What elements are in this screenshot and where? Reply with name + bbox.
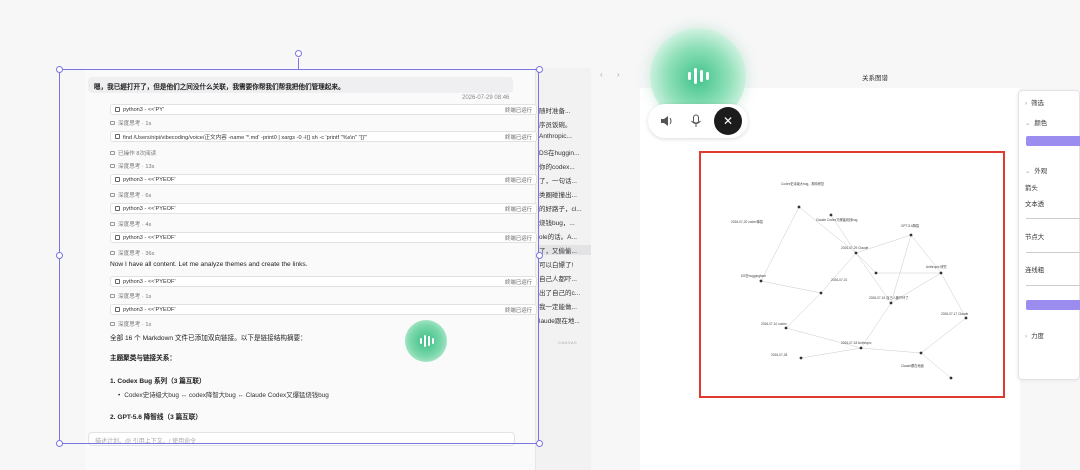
conversation-item[interactable]: ole的话。A...: [539, 231, 591, 241]
conversation-item[interactable]: 序员饭碗。: [539, 119, 591, 129]
graph-settings-panel: 筛选 颜色 外观 箭头 文本透 节点大 连线粗 力度: [1018, 90, 1080, 380]
svg-text:2026-07-28: 2026-07-28: [771, 353, 788, 357]
conversation-item-active[interactable]: 了，又偷偷...: [539, 245, 591, 255]
svg-text:Anthropic 研究: Anthropic 研究: [926, 264, 948, 269]
settings-appearance[interactable]: 外观: [1025, 166, 1047, 175]
svg-text:2026-07-20 codex降智: 2026-07-20 codex降智: [731, 219, 763, 224]
svg-text:Claude Codex又爆猛烧钱bug: Claude Codex又爆猛烧钱bug: [816, 217, 858, 222]
settings-color[interactable]: 颜色: [1025, 118, 1047, 127]
arrow-label: 箭头: [1025, 185, 1038, 192]
text-opacity-slider[interactable]: [1026, 218, 1080, 219]
link-thickness-slider[interactable]: [1026, 285, 1080, 286]
resize-handle-bottom-left[interactable]: [56, 440, 63, 447]
rotation-line: [298, 58, 300, 69]
svg-text:Codex史诗级大bug，期待修复: Codex史诗级大bug，期待修复: [781, 181, 825, 186]
svg-text:2026-07-01: 2026-07-01: [831, 278, 848, 282]
nav-arrows[interactable]: ‹ ›: [600, 70, 626, 79]
voice-orb-small[interactable]: [405, 320, 447, 362]
color-group-button[interactable]: [1026, 136, 1080, 146]
conversation-item[interactable]: DS在huggin...: [539, 147, 591, 157]
conversation-item[interactable]: 了，一句话...: [539, 175, 591, 185]
rotate-handle[interactable]: [295, 50, 302, 57]
app-screen: 随时准备... 序员饭碗。 Anthropic... DS在huggin... …: [0, 0, 1080, 470]
resize-handle-top-left[interactable]: [56, 66, 63, 73]
voice-bars-icon: [420, 335, 434, 347]
close-icon[interactable]: ✕: [714, 107, 742, 135]
conversation-item[interactable]: 随时准备...: [539, 105, 591, 115]
settings-filter[interactable]: 筛选: [1025, 98, 1044, 107]
microphone-icon[interactable]: [687, 112, 705, 130]
animate-button[interactable]: [1026, 300, 1080, 310]
text-opacity-label: 文本透: [1025, 201, 1045, 208]
node-size-label: 节点大: [1025, 234, 1045, 241]
conversation-item[interactable]: 自己人都吓...: [539, 273, 591, 283]
conversation-item[interactable]: Anthropic...: [539, 133, 591, 140]
selection-box[interactable]: [59, 69, 539, 444]
voice-bars-icon: [683, 64, 713, 88]
conversation-item[interactable]: laude跟在地...: [539, 315, 591, 325]
resize-handle-bottom-right[interactable]: [536, 440, 543, 447]
settings-force[interactable]: 力度: [1025, 331, 1044, 340]
conversation-item[interactable]: 类圈碰撞出...: [539, 189, 591, 199]
graph-title: 关系图谱: [862, 75, 888, 82]
graph-network: Codex史诗级大bug，期待修复 2026-07-20 codex降智 Cla…: [731, 181, 969, 380]
canvas-label: CANVAS: [558, 340, 578, 345]
conversation-item[interactable]: 我一定能做...: [539, 301, 591, 311]
resize-handle-middle-left[interactable]: [56, 252, 63, 259]
svg-text:Claude跟在地面: Claude跟在地面: [901, 363, 924, 368]
conversation-item[interactable]: 的好路子，cl...: [539, 203, 591, 213]
resize-handle-top-right[interactable]: [536, 66, 543, 73]
conversation-item[interactable]: 出了自己的c...: [539, 287, 591, 297]
link-thickness-label: 连线粗: [1025, 267, 1045, 274]
conversation-item[interactable]: 你的codex...: [539, 161, 591, 171]
svg-text:2026-07-15 自己人都吓坏了: 2026-07-15 自己人都吓坏了: [869, 295, 909, 300]
conversation-item[interactable]: 烧钱bug，...: [539, 217, 591, 227]
node-size-slider[interactable]: [1026, 252, 1080, 253]
conversation-list: 随时准备... 序员饭碗。 Anthropic... DS在huggin... …: [535, 68, 591, 470]
svg-text:2026-07-10 codex: 2026-07-10 codex: [761, 322, 787, 326]
conversation-item[interactable]: 可以白嫖了!: [539, 259, 591, 269]
svg-text:2026-07-17 Claude: 2026-07-17 Claude: [941, 312, 969, 316]
svg-text:2026-07-29 Claude: 2026-07-29 Claude: [841, 246, 869, 250]
svg-text:2026-07-18 Anthropic: 2026-07-18 Anthropic: [841, 341, 872, 345]
resize-handle-middle-right[interactable]: [536, 252, 543, 259]
svg-text:DS在huggingface: DS在huggingface: [741, 273, 766, 278]
relationship-graph[interactable]: Codex史诗级大bug，期待修复 2026-07-20 codex降智 Cla…: [699, 151, 1005, 398]
svg-text:GPT-5.6降智: GPT-5.6降智: [901, 223, 919, 228]
speaker-icon[interactable]: [658, 112, 676, 130]
